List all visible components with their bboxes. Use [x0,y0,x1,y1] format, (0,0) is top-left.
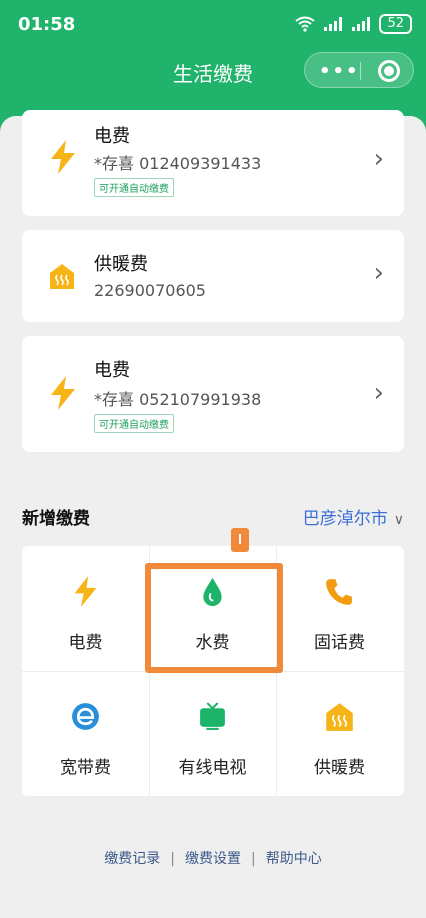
tv-icon [200,702,225,730]
payment-type-landline[interactable]: 固话费 [276,546,403,671]
payment-type-cable-tv[interactable]: 有线电视 [149,671,276,796]
signal-icon [324,17,343,31]
help-center-link[interactable]: 帮助中心 [266,851,322,867]
annotation-highlight-box [145,563,283,673]
chevron-down-icon: ∨ [393,512,404,528]
payment-records-link[interactable]: 缴费记录 [104,851,160,867]
section-title-new-payment: 新增缴费 [22,509,90,529]
footer-links: 缴费记录 | 缴费设置 | 帮助中心 [0,848,426,868]
payment-type-label: 电费 [68,633,103,653]
status-icons: 52 [295,14,412,34]
payment-type-label: 宽带费 [60,758,111,778]
lightning-icon [74,576,97,607]
payment-type-electricity[interactable]: 电费 [22,546,149,671]
heating-icon [326,703,353,731]
account-name: 供暖费 [94,254,148,275]
autopay-tag: 可开通自动缴费 [94,414,174,433]
battery-indicator: 52 [379,14,412,34]
payment-type-label: 有线电视 [178,758,247,778]
payment-settings-link[interactable]: 缴费设置 [185,851,241,867]
account-number: 22690070605 [94,281,206,300]
lightning-icon [51,140,75,174]
close-miniapp-icon[interactable] [378,60,400,82]
miniapp-capsule: ••• [304,52,414,88]
account-name: 电费 [94,360,130,381]
account-name: 电费 [94,126,130,147]
chevron-right-icon: › [373,144,384,174]
account-card-heating[interactable]: 供暖费 22690070605 › [22,230,404,322]
chevron-right-icon: › [373,378,384,408]
broadband-icon [72,703,99,730]
account-card-electricity-2[interactable]: 电费 *存喜 052107991938 可开通自动缴费 › [22,336,404,452]
status-time: 01:58 [18,14,76,35]
payment-type-label: 固话费 [314,633,365,653]
more-icon[interactable]: ••• [319,61,360,82]
account-number: *存喜 052107991938 [94,390,262,409]
phone-icon [326,579,352,605]
autopay-tag: 可开通自动缴费 [94,178,174,197]
wifi-icon [295,16,316,32]
status-bar: 01:58 52 [0,0,426,50]
annotation-marker [231,528,249,552]
payment-type-heating[interactable]: 供暖费 [276,671,403,796]
account-number: *存喜 012409391433 [94,154,262,173]
heating-icon [50,264,74,289]
city-name: 巴彦淖尔市 [302,509,388,529]
account-card-electricity-1[interactable]: 电费 *存喜 012409391433 可开通自动缴费 › [22,110,404,216]
signal-icon [352,17,371,31]
payment-type-label: 供暖费 [314,758,365,778]
chevron-right-icon: › [373,258,384,288]
payment-type-broadband[interactable]: 宽带费 [22,671,149,796]
footer-separator: | [170,851,175,867]
lightning-icon [51,376,75,410]
capsule-divider [360,62,361,80]
city-selector[interactable]: 巴彦淖尔市 ∨ [303,504,404,529]
footer-separator: | [251,851,256,867]
